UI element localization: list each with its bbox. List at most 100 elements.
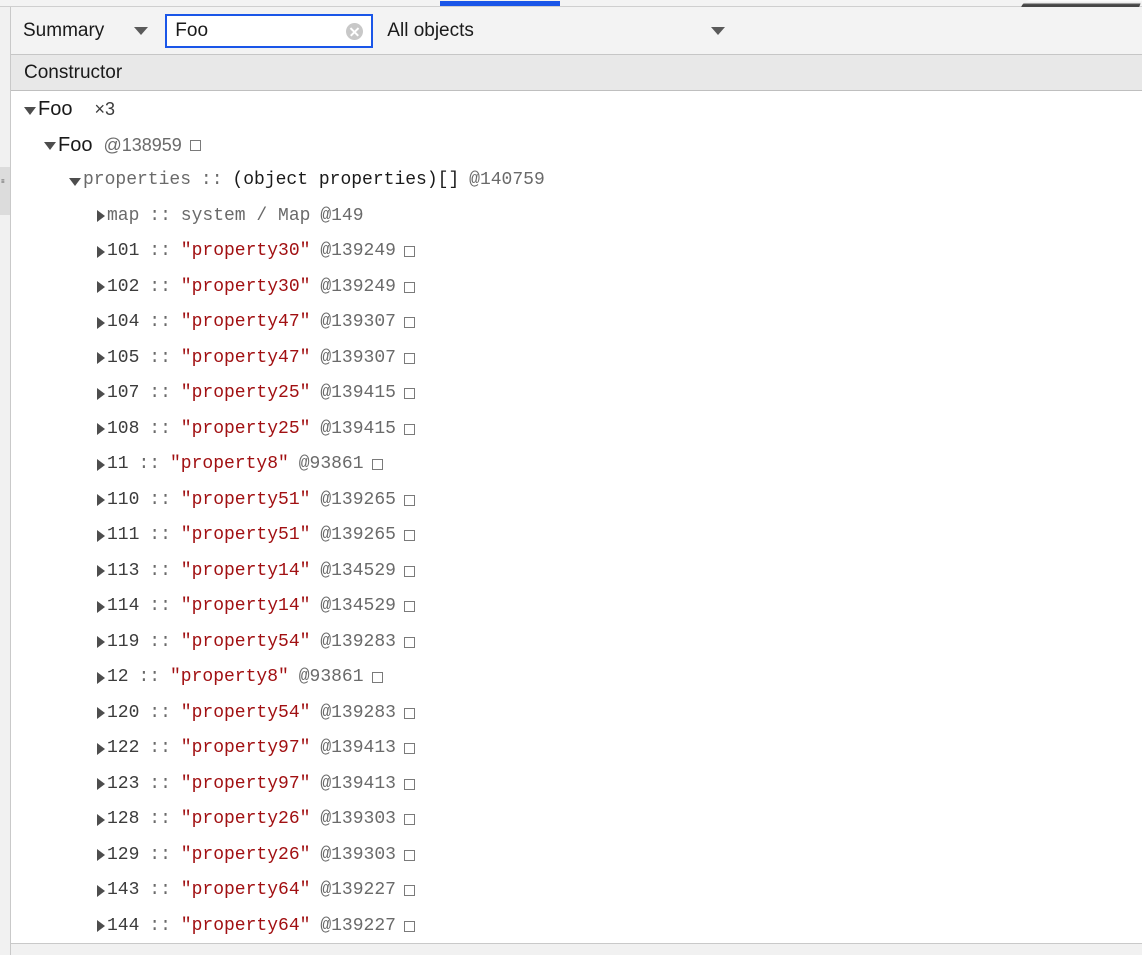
triangle-down-icon[interactable] bbox=[24, 107, 36, 115]
triangle-right-icon[interactable] bbox=[97, 317, 105, 329]
tree-row-entry[interactable]: 104::"property47"@139307 bbox=[11, 305, 1142, 341]
entry-separator: :: bbox=[149, 305, 171, 341]
tree-row-class[interactable]: Foo ×3 bbox=[11, 92, 1142, 128]
left-rail[interactable]: ≡ bbox=[0, 7, 11, 955]
tree-row-entry[interactable]: 143::"property64"@139227 bbox=[11, 873, 1142, 909]
rail-glyph-icon: ≡ bbox=[1, 179, 9, 186]
triangle-right-icon[interactable] bbox=[97, 814, 105, 826]
triangle-right-icon[interactable] bbox=[97, 494, 105, 506]
tree-row-entry[interactable]: 105::"property47"@139307 bbox=[11, 341, 1142, 377]
entry-separator: :: bbox=[149, 234, 171, 270]
search-input[interactable] bbox=[167, 16, 337, 46]
triangle-right-icon[interactable] bbox=[97, 459, 105, 471]
triangle-right-icon[interactable] bbox=[97, 743, 105, 755]
triangle-down-icon[interactable] bbox=[69, 178, 81, 186]
entry-value: "property47" bbox=[181, 341, 311, 377]
entry-separator: :: bbox=[149, 412, 171, 448]
triangle-right-icon[interactable] bbox=[97, 636, 105, 648]
object-square-icon bbox=[404, 601, 415, 612]
tree-row-entry[interactable]: 129::"property26"@139303 bbox=[11, 838, 1142, 874]
property-value: system / Map bbox=[181, 199, 311, 235]
instance-id: @138959 bbox=[103, 128, 181, 164]
tree-row-entry[interactable]: 107::"property25"@139415 bbox=[11, 376, 1142, 412]
triangle-right-icon[interactable] bbox=[97, 423, 105, 435]
triangle-right-icon[interactable] bbox=[97, 530, 105, 542]
entry-id: @139283 bbox=[320, 625, 396, 661]
tree-row-entry[interactable]: 101::"property30"@139249 bbox=[11, 234, 1142, 270]
object-square-icon bbox=[404, 317, 415, 328]
tree-row-entry[interactable]: 120::"property54"@139283 bbox=[11, 696, 1142, 732]
entry-id: @139227 bbox=[320, 873, 396, 909]
triangle-right-icon[interactable] bbox=[97, 885, 105, 897]
clear-icon[interactable] bbox=[346, 23, 363, 40]
heap-tree[interactable]: Foo ×3 Foo @138959 properties :: (object… bbox=[11, 92, 1142, 943]
triangle-down-icon[interactable] bbox=[44, 142, 56, 150]
entry-id: @139303 bbox=[320, 802, 396, 838]
active-tab-indicator bbox=[440, 1, 560, 6]
chevron-down-icon bbox=[134, 27, 148, 35]
entry-value: "property26" bbox=[181, 802, 311, 838]
tree-row-map[interactable]: map :: system / Map @149 bbox=[11, 199, 1142, 235]
heap-snapshot-panel: ≡ Summary All objects Constructor Foo ×3 bbox=[0, 0, 1142, 955]
tree-row-properties[interactable]: properties :: (object properties)[] @140… bbox=[11, 163, 1142, 199]
entry-value: "property97" bbox=[181, 767, 311, 803]
triangle-right-icon[interactable] bbox=[97, 565, 105, 577]
triangle-right-icon[interactable] bbox=[97, 388, 105, 400]
tree-row-entry[interactable]: 108::"property25"@139415 bbox=[11, 412, 1142, 448]
entry-id: @139265 bbox=[320, 483, 396, 519]
entry-id: @139265 bbox=[320, 518, 396, 554]
property-name: properties bbox=[83, 163, 191, 199]
triangle-right-icon[interactable] bbox=[97, 246, 105, 258]
triangle-right-icon[interactable] bbox=[97, 920, 105, 932]
entry-value: "property54" bbox=[181, 696, 311, 732]
triangle-right-icon[interactable] bbox=[97, 849, 105, 861]
entry-separator: :: bbox=[149, 767, 171, 803]
chevron-down-icon bbox=[711, 27, 725, 35]
rail-drag-handle[interactable] bbox=[0, 167, 10, 215]
property-separator: :: bbox=[201, 163, 223, 199]
tree-row-entry[interactable]: 113::"property14"@134529 bbox=[11, 554, 1142, 590]
triangle-right-icon[interactable] bbox=[97, 601, 105, 613]
entry-id: @139413 bbox=[320, 767, 396, 803]
tree-row-entry[interactable]: 11::"property8"@93861 bbox=[11, 447, 1142, 483]
tree-row-entry[interactable]: 110::"property51"@139265 bbox=[11, 483, 1142, 519]
tree-row-entry[interactable]: 119::"property54"@139283 bbox=[11, 625, 1142, 661]
entry-id: @139307 bbox=[320, 341, 396, 377]
tree-row-entry[interactable]: 122::"property97"@139413 bbox=[11, 731, 1142, 767]
entry-id: @139307 bbox=[320, 305, 396, 341]
tree-row-entry[interactable]: 12::"property8"@93861 bbox=[11, 660, 1142, 696]
entry-index: 144 bbox=[107, 909, 139, 944]
entry-separator: :: bbox=[149, 696, 171, 732]
column-header-constructor[interactable]: Constructor bbox=[11, 62, 122, 84]
object-square-icon bbox=[404, 743, 415, 754]
triangle-right-icon[interactable] bbox=[97, 672, 105, 684]
entry-index: 123 bbox=[107, 767, 139, 803]
entry-value: "property97" bbox=[181, 731, 311, 767]
entry-id: @93861 bbox=[299, 660, 364, 696]
tree-row-entry[interactable]: 144::"property64"@139227 bbox=[11, 909, 1142, 944]
triangle-right-icon[interactable] bbox=[97, 352, 105, 364]
triangle-right-icon[interactable] bbox=[97, 778, 105, 790]
entry-index: 12 bbox=[107, 660, 129, 696]
entry-value: "property25" bbox=[181, 412, 311, 448]
triangle-right-icon[interactable] bbox=[97, 281, 105, 293]
entry-index: 122 bbox=[107, 731, 139, 767]
entry-index: 120 bbox=[107, 696, 139, 732]
entry-id: @139249 bbox=[320, 270, 396, 306]
entry-id: @139415 bbox=[320, 376, 396, 412]
tree-row-entry[interactable]: 128::"property26"@139303 bbox=[11, 802, 1142, 838]
entry-index: 113 bbox=[107, 554, 139, 590]
tree-row-entry[interactable]: 123::"property97"@139413 bbox=[11, 767, 1142, 803]
tree-row-entry[interactable]: 114::"property14"@134529 bbox=[11, 589, 1142, 625]
view-mode-select[interactable]: Summary bbox=[11, 8, 148, 54]
class-filter-field[interactable] bbox=[165, 14, 373, 48]
triangle-right-icon[interactable] bbox=[97, 707, 105, 719]
tree-row-instance[interactable]: Foo @138959 bbox=[11, 128, 1142, 164]
tree-row-entry[interactable]: 102::"property30"@139249 bbox=[11, 270, 1142, 306]
entry-separator: :: bbox=[149, 625, 171, 661]
tree-row-entry[interactable]: 111::"property51"@139265 bbox=[11, 518, 1142, 554]
object-scope-select[interactable]: All objects bbox=[387, 8, 725, 54]
entry-value: "property25" bbox=[181, 376, 311, 412]
triangle-right-icon[interactable] bbox=[97, 210, 105, 222]
entry-id: @134529 bbox=[320, 589, 396, 625]
